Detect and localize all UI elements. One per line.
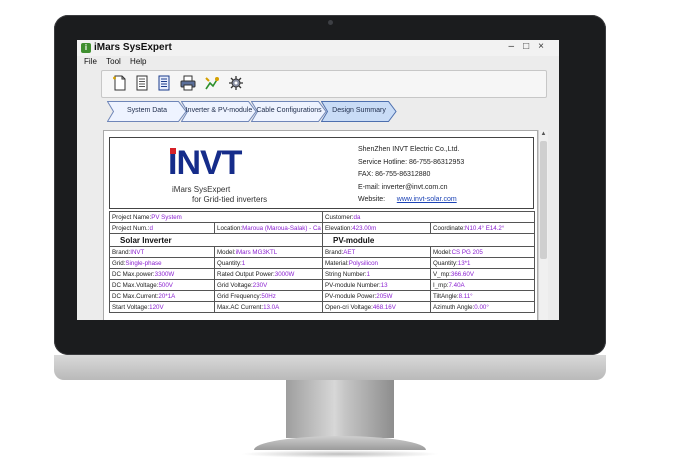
app-window: i iMars SysExpert –□× File Tool Help Sys…	[77, 40, 559, 320]
vertical-scrollbar[interactable]: ▲	[538, 130, 548, 320]
coordinate-cell: Coordinate:N10.4° E14.2°	[430, 222, 535, 234]
summary-document: INVT iMars SysExpert for Grid-tied inver…	[103, 130, 538, 320]
website-row: Website: www.invt-solar.com	[358, 196, 457, 204]
company-info: ShenZhen INVT Electric Co.,Ltd. Service …	[358, 144, 464, 207]
location-cell: Location:Maroua (Maroua-Salak) - Ca	[214, 222, 323, 234]
table-row: Project Name:PV System Customer:da	[109, 211, 535, 223]
project-info-table: Project Name:PV System Customer:da Proje…	[109, 211, 535, 313]
maximize-icon[interactable]: □	[523, 41, 538, 52]
stand-shadow	[240, 450, 440, 458]
section-header-row: Solar Inverter PV-module	[109, 233, 535, 247]
title-bar: i iMars SysExpert –□×	[77, 40, 559, 56]
document-icon[interactable]	[134, 75, 150, 91]
toolbar	[101, 70, 547, 98]
menu-bar: File Tool Help	[77, 56, 559, 68]
menu-tool[interactable]: Tool	[106, 57, 121, 66]
pv-module-heading: PV-module	[322, 233, 535, 247]
scroll-thumb[interactable]	[540, 141, 547, 259]
step-cable-configurations[interactable]: Cable Configurations	[251, 101, 327, 122]
close-icon[interactable]: ×	[538, 41, 553, 52]
solar-inverter-heading: Solar Inverter	[109, 233, 323, 247]
table-row: DC Max.Voltage:500V Grid Voltage:230V PV…	[109, 279, 535, 291]
app-subtitle: for Grid-tied inverters	[192, 195, 268, 204]
email: E-mail: inverter@invt.com.cn	[358, 183, 448, 191]
table-row: Start Voltage:120V Max.AC Current:13.0A …	[109, 301, 535, 313]
table-row: Project Num.:d Location:Maroua (Maroua-S…	[109, 222, 535, 234]
elevation-cell: Elevation:423.00m	[322, 222, 431, 234]
website-link[interactable]: www.invt-solar.com	[397, 196, 457, 203]
app-logo-icon: i	[81, 43, 91, 53]
table-row: Brand:INVT Model:iMars MG3KTL Brand:AET …	[109, 246, 535, 258]
print-icon[interactable]	[180, 75, 196, 91]
window-controls[interactable]: –□×	[509, 41, 553, 52]
project-name-cell: Project Name:PV System	[109, 211, 323, 223]
camera-dot	[328, 20, 333, 25]
service-hotline: Service Hotline: 86-755-86312953	[358, 158, 465, 166]
monitor-chin	[54, 355, 606, 380]
fax: FAX: 86-755-86312880	[358, 171, 431, 179]
monitor-stand-neck	[286, 380, 394, 438]
scroll-up-icon[interactable]: ▲	[539, 130, 548, 139]
table-row: Grid:Single-phase Quantity:1 Material:Po…	[109, 257, 535, 269]
company-name: ShenZhen INVT Electric Co.,Ltd.	[358, 146, 460, 153]
document-header: INVT iMars SysExpert for Grid-tied inver…	[109, 137, 534, 209]
new-file-icon[interactable]	[112, 75, 128, 91]
app-name: iMars SysExpert	[172, 185, 231, 194]
monitor-stand-foot	[254, 436, 426, 450]
settings-gear-icon[interactable]	[228, 75, 244, 91]
window-title: iMars SysExpert	[94, 42, 172, 53]
chart-icon[interactable]	[204, 75, 220, 91]
report-icon[interactable]	[156, 75, 172, 91]
logo-dot	[170, 148, 176, 154]
menu-file[interactable]: File	[84, 57, 97, 66]
table-row: DC Max.power:3300W Rated Output Power:30…	[109, 268, 535, 280]
table-row: DC Max.Current:20*1A Grid Frequency:50Hz…	[109, 290, 535, 302]
customer-cell: Customer:da	[322, 211, 535, 223]
step-inverter-pv[interactable]: Inverter & PV-module	[181, 101, 257, 122]
step-design-summary[interactable]: Design Summary	[321, 101, 397, 122]
minimize-icon[interactable]: –	[509, 41, 524, 52]
project-num-cell: Project Num.:d	[109, 222, 215, 234]
invt-logo: INVT	[168, 144, 242, 182]
step-system-data[interactable]: System Data	[107, 101, 187, 122]
menu-help[interactable]: Help	[130, 57, 146, 66]
